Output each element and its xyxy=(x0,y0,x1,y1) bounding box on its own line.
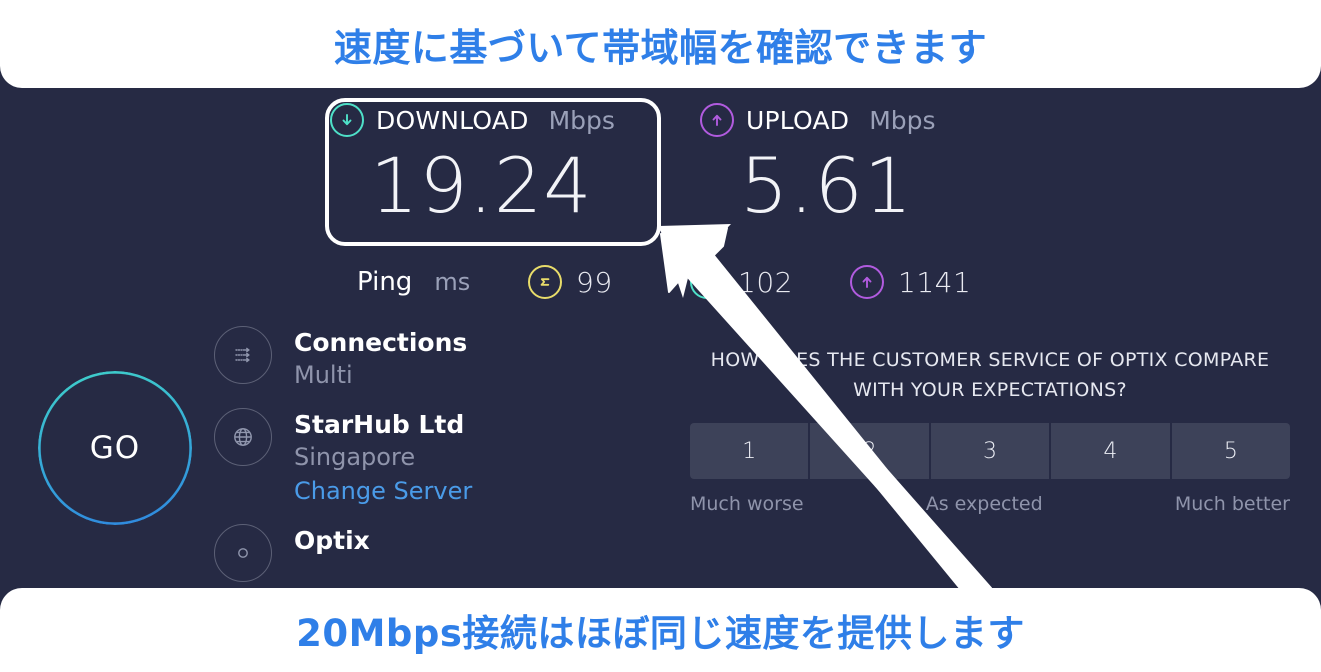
arrow-down-circle-icon xyxy=(330,103,364,137)
download-value: 19.24 xyxy=(370,141,593,230)
go-button[interactable]: GO xyxy=(38,371,192,525)
info-text-provider: Optix xyxy=(294,524,370,556)
rating-option-1[interactable]: 1 xyxy=(690,423,809,479)
ping-upload-value: 1141 xyxy=(898,265,972,299)
multi-connection-icon xyxy=(214,326,272,384)
change-server-link[interactable]: Change Server xyxy=(294,474,472,508)
arrow-down-circle-icon xyxy=(690,265,724,299)
info-text-connections: Connections Multi xyxy=(294,326,467,392)
upload-header: UPLOAD Mbps xyxy=(700,100,936,140)
speed-gauges: DOWNLOAD Mbps 19.24 UPLOAD Mbps 5.61 xyxy=(0,100,1321,255)
survey-panel: HOW DOES THE CUSTOMER SERVICE OF OPTIX C… xyxy=(690,345,1291,515)
ping-download-value: 102 xyxy=(738,265,793,299)
server-location: Singapore xyxy=(294,443,416,471)
globe-icon xyxy=(214,408,272,466)
bottom-banner: 20Mbps接続はほぼ同じ速度を提供します xyxy=(0,588,1321,672)
survey-question: HOW DOES THE CUSTOMER SERVICE OF OPTIX C… xyxy=(710,349,1270,401)
ping-idle-group: 99 xyxy=(528,262,613,302)
download-gauge: DOWNLOAD Mbps 19.24 xyxy=(330,100,615,226)
survey-legend: Much worse As expected Much better xyxy=(690,493,1290,515)
survey-rating-scale: 1 2 3 4 5 xyxy=(690,423,1291,479)
ping-idle-value: 99 xyxy=(576,265,613,299)
info-row-server[interactable]: StarHub Ltd Singapore Change Server xyxy=(214,408,644,508)
download-header: DOWNLOAD Mbps xyxy=(330,100,615,140)
rating-option-3[interactable]: 3 xyxy=(930,423,1050,479)
ping-label-group: Ping ms xyxy=(357,262,470,302)
ping-upload-group: 1141 xyxy=(850,262,971,302)
download-unit: Mbps xyxy=(548,105,615,135)
provider-icon xyxy=(214,524,272,582)
server-title: StarHub Ltd xyxy=(294,410,465,439)
provider-title: Optix xyxy=(294,526,370,555)
legend-much-better: Much better xyxy=(1174,493,1290,515)
top-banner: 速度に基づいて帯域幅を確認できます xyxy=(0,0,1321,88)
arrow-up-circle-icon xyxy=(700,103,734,137)
info-text-server: StarHub Ltd Singapore Change Server xyxy=(294,408,472,508)
upload-label: UPLOAD xyxy=(746,105,850,135)
legend-much-worse: Much worse xyxy=(690,493,804,515)
ping-label: Ping xyxy=(357,267,413,297)
connection-info: Connections Multi StarHub Ltd Singapore … xyxy=(214,326,644,598)
top-banner-text: 速度に基づいて帯域幅を確認できます xyxy=(333,25,988,70)
info-row-connections[interactable]: Connections Multi xyxy=(214,326,644,392)
download-label: DOWNLOAD xyxy=(376,105,529,135)
upload-gauge: UPLOAD Mbps 5.61 xyxy=(700,100,936,226)
bottom-banner-text: 20Mbps接続はほぼ同じ速度を提供します xyxy=(296,612,1025,655)
latency-idle-icon xyxy=(528,265,562,299)
rating-option-4[interactable]: 4 xyxy=(1051,423,1170,479)
upload-value: 5.61 xyxy=(740,141,914,230)
speedtest-app: DOWNLOAD Mbps 19.24 UPLOAD Mbps 5.61 Pin… xyxy=(0,0,1321,672)
upload-unit: Mbps xyxy=(869,105,936,135)
rating-option-5[interactable]: 5 xyxy=(1171,423,1291,479)
screenshot-root: DOWNLOAD Mbps 19.24 UPLOAD Mbps 5.61 Pin… xyxy=(0,0,1321,672)
arrow-up-circle-icon xyxy=(850,265,884,299)
ping-unit: ms xyxy=(434,268,471,296)
go-button-label: GO xyxy=(89,430,141,466)
rating-option-2[interactable]: 2 xyxy=(810,423,929,479)
ping-row: Ping ms 99 102 1141 xyxy=(0,262,1321,306)
ping-download-group: 102 xyxy=(690,262,793,302)
legend-as-expected: As expected xyxy=(925,493,1043,515)
info-row-provider[interactable]: Optix xyxy=(214,524,644,582)
connections-sub: Multi xyxy=(294,361,353,389)
connections-title: Connections xyxy=(294,328,468,357)
